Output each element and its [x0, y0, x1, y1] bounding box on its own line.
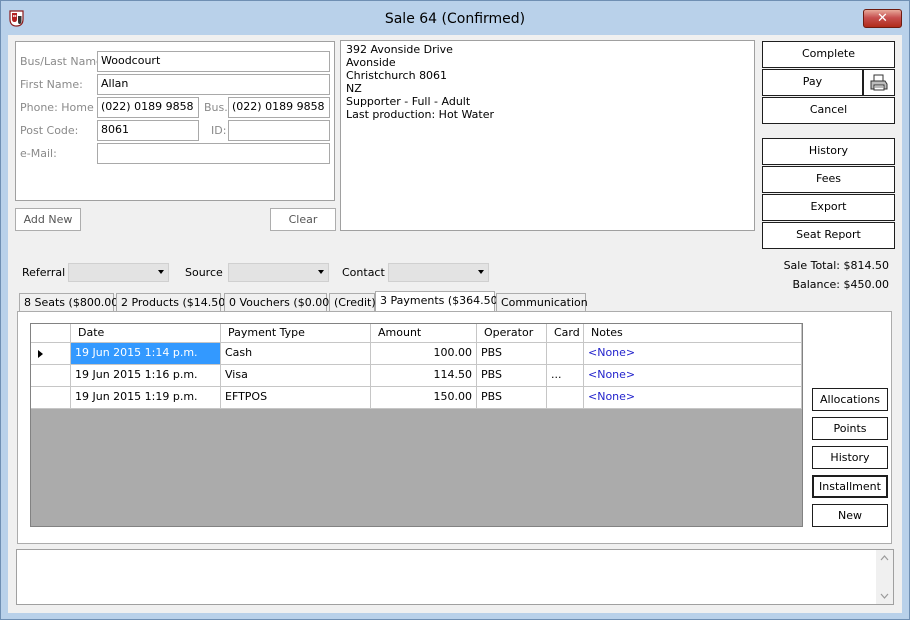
column-header-date[interactable]: Date	[71, 324, 221, 343]
scroll-down-icon[interactable]	[876, 590, 893, 602]
last-production-line: Last production: Hot Water	[346, 108, 495, 121]
points-button[interactable]: Points	[812, 417, 888, 440]
table-cell-amount[interactable]: 114.50	[371, 365, 477, 387]
bus-last-name-field[interactable]: Woodcourt	[97, 51, 330, 72]
close-icon: ✕	[877, 11, 888, 26]
cancel-button[interactable]: Cancel	[762, 97, 895, 124]
add-new-button[interactable]: Add New	[15, 208, 81, 231]
fees-button[interactable]: Fees	[762, 166, 895, 193]
tab-credit[interactable]: (Credit)	[329, 293, 376, 312]
scroll-up-icon[interactable]	[876, 552, 893, 564]
table-cell-type[interactable]: Visa	[221, 365, 371, 387]
export-button[interactable]: Export	[762, 194, 895, 221]
table-cell-card[interactable]: ...	[547, 365, 584, 387]
chevron-down-icon	[318, 270, 324, 274]
notes-scrollbar[interactable]	[876, 550, 893, 604]
referral-label: Referral	[22, 266, 66, 279]
tab-seats[interactable]: 8 Seats ($800.00)	[19, 293, 123, 312]
table-cell-operator[interactable]: PBS	[477, 387, 547, 409]
row-selector[interactable]	[31, 343, 71, 365]
new-payment-button[interactable]: New	[812, 504, 888, 527]
print-button[interactable]	[863, 69, 895, 96]
table-cell-amount[interactable]: 150.00	[371, 387, 477, 409]
row-selector[interactable]	[31, 387, 71, 409]
table-cell-notes[interactable]: <None>	[584, 365, 802, 387]
email-field[interactable]	[97, 143, 330, 164]
address-line: NZ	[346, 82, 362, 95]
chevron-down-icon	[478, 270, 484, 274]
payments-tab-panel: Date Payment Type Amount Operator Card N…	[17, 311, 892, 544]
contact-label: Contact	[342, 266, 385, 279]
phone-bus-field[interactable]: (022) 0189 9858	[228, 97, 330, 118]
id-label: ID:	[211, 124, 227, 137]
client-area: Bus/Last Name: Woodcourt First Name: All…	[8, 35, 902, 613]
phone-home-label: Phone: Home	[20, 101, 94, 114]
post-code-field[interactable]: 8061	[97, 120, 199, 141]
installment-button[interactable]: Installment	[812, 475, 888, 498]
post-code-label: Post Code:	[20, 124, 79, 137]
table-cell-card[interactable]	[547, 343, 584, 365]
referral-dropdown[interactable]	[68, 263, 169, 282]
current-row-arrow-icon	[38, 350, 43, 358]
column-header-notes[interactable]: Notes	[584, 324, 802, 343]
balance: Balance: $450.00	[792, 278, 889, 291]
address-panel: 392 Avonside Drive Avonside Christchurch…	[340, 40, 755, 231]
table-cell-notes[interactable]: <None>	[584, 387, 802, 409]
contact-dropdown[interactable]	[388, 263, 489, 282]
address-line: Christchurch 8061	[346, 69, 448, 82]
chevron-down-icon	[158, 270, 164, 274]
column-header-operator[interactable]: Operator	[477, 324, 547, 343]
column-header-card[interactable]: Card	[547, 324, 584, 343]
table-cell-operator[interactable]: PBS	[477, 365, 547, 387]
seat-report-button[interactable]: Seat Report	[762, 222, 895, 249]
table-cell-amount[interactable]: 100.00	[371, 343, 477, 365]
payment-history-button[interactable]: History	[812, 446, 888, 469]
table-cell-date[interactable]: 19 Jun 2015 1:19 p.m.	[71, 387, 221, 409]
table-cell-operator[interactable]: PBS	[477, 343, 547, 365]
column-header-amount[interactable]: Amount	[371, 324, 477, 343]
email-label: e-Mail:	[20, 147, 57, 160]
table-cell-notes[interactable]: <None>	[584, 343, 802, 365]
history-button[interactable]: History	[762, 138, 895, 165]
row-selector[interactable]	[31, 365, 71, 387]
payments-grid: Date Payment Type Amount Operator Card N…	[30, 323, 803, 527]
address-line: 392 Avonside Drive	[346, 43, 453, 56]
printer-icon	[870, 74, 888, 91]
source-dropdown[interactable]	[228, 263, 329, 282]
allocations-button[interactable]: Allocations	[812, 388, 888, 411]
membership-line: Supporter - Full - Adult	[346, 95, 471, 108]
tab-products[interactable]: 2 Products ($14.50)	[116, 293, 230, 312]
clear-button[interactable]: Clear	[270, 208, 336, 231]
row-header-corner	[31, 324, 71, 343]
first-name-label: First Name:	[20, 78, 83, 91]
sale-window: Sale 64 (Confirmed) ✕ Bus/Last Name: Woo…	[0, 0, 910, 620]
close-button[interactable]: ✕	[863, 9, 902, 28]
bus-last-name-label: Bus/Last Name:	[20, 55, 107, 68]
sale-total: Sale Total: $814.50	[783, 259, 889, 272]
phone-bus-label: Bus.	[204, 101, 228, 114]
table-cell-type[interactable]: Cash	[221, 343, 371, 365]
table-cell-date[interactable]: 19 Jun 2015 1:16 p.m.	[71, 365, 221, 387]
notes-area[interactable]	[16, 549, 894, 605]
tab-communication[interactable]: Communication	[496, 293, 588, 312]
id-field[interactable]	[228, 120, 330, 141]
pay-button[interactable]: Pay	[762, 69, 863, 96]
tab-vouchers[interactable]: 0 Vouchers ($0.00)	[224, 293, 333, 312]
complete-button[interactable]: Complete	[762, 41, 895, 68]
table-cell-type[interactable]: EFTPOS	[221, 387, 371, 409]
address-line: Avonside	[346, 56, 396, 69]
first-name-field[interactable]: Allan	[97, 74, 330, 95]
table-cell-card[interactable]	[547, 387, 584, 409]
window-title: Sale 64 (Confirmed)	[384, 11, 526, 27]
source-label: Source	[185, 266, 223, 279]
title-bar: Sale 64 (Confirmed) ✕	[1, 1, 909, 35]
tab-payments[interactable]: 3 Payments ($364.50)	[375, 291, 502, 312]
table-cell-date[interactable]: 19 Jun 2015 1:14 p.m.	[71, 343, 221, 365]
column-header-payment-type[interactable]: Payment Type	[221, 324, 371, 343]
phone-home-field[interactable]: (022) 0189 9858	[97, 97, 199, 118]
